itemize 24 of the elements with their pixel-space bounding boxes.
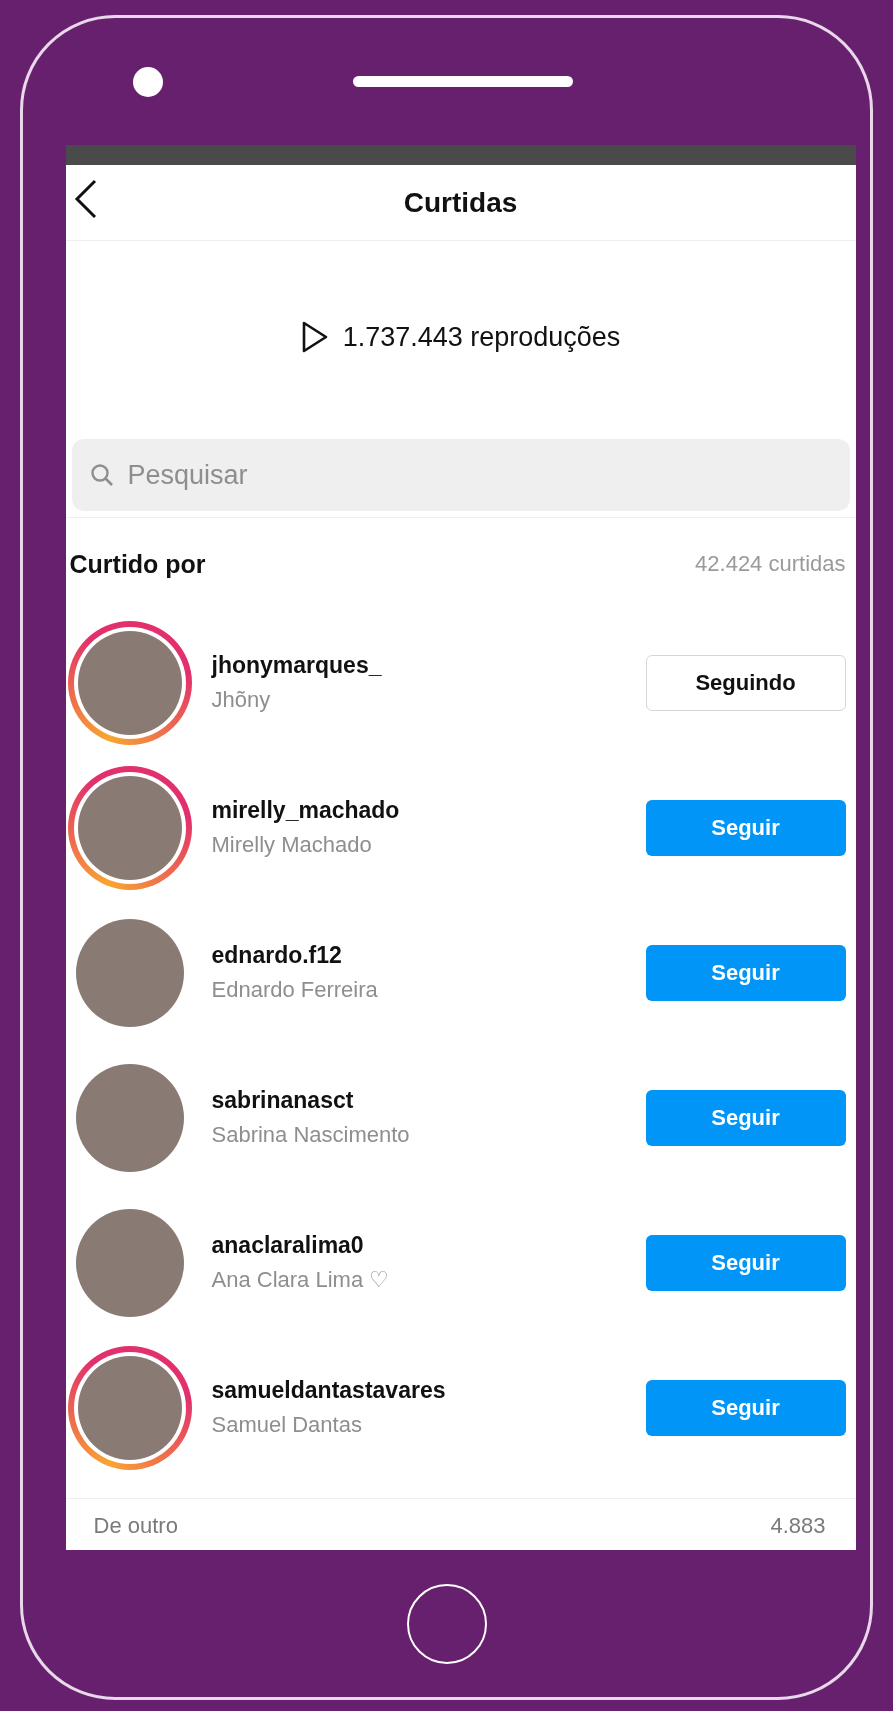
username[interactable]: mirelly_machado: [211, 797, 646, 824]
section-heading: Curtido por: [69, 549, 206, 579]
play-count: 1.737.443 reproduções: [342, 321, 621, 353]
full-name: Ana Clara Lima ♡: [211, 1267, 391, 1293]
full-name: Sabrina Nascimento: [211, 1122, 411, 1148]
username[interactable]: anaclaralima0: [211, 1232, 646, 1259]
camera-dot: [133, 66, 163, 97]
following-button[interactable]: Seguindo: [645, 654, 846, 711]
like-count: 42.424 curtidas: [695, 551, 846, 577]
username[interactable]: samueldantastavares: [211, 1377, 646, 1404]
play-icon: [300, 321, 329, 353]
source-count: 4.883: [770, 1513, 826, 1539]
full-name: Jhõny: [211, 687, 272, 713]
username[interactable]: jhonymarques_: [211, 652, 646, 679]
home-button[interactable]: [406, 1583, 487, 1664]
full-name: Mirelly Machado: [211, 832, 373, 858]
full-name: Samuel Dantas: [211, 1412, 363, 1438]
username[interactable]: sabrinanasct: [211, 1087, 646, 1114]
username[interactable]: ednardo.f12: [211, 942, 646, 969]
source-label: De outro: [93, 1513, 178, 1539]
search-field[interactable]: Pesquisar: [71, 439, 850, 511]
full-name: Ednardo Ferreira: [211, 977, 379, 1003]
back-icon[interactable]: [73, 179, 98, 219]
page-title: Curtidas: [403, 186, 518, 219]
